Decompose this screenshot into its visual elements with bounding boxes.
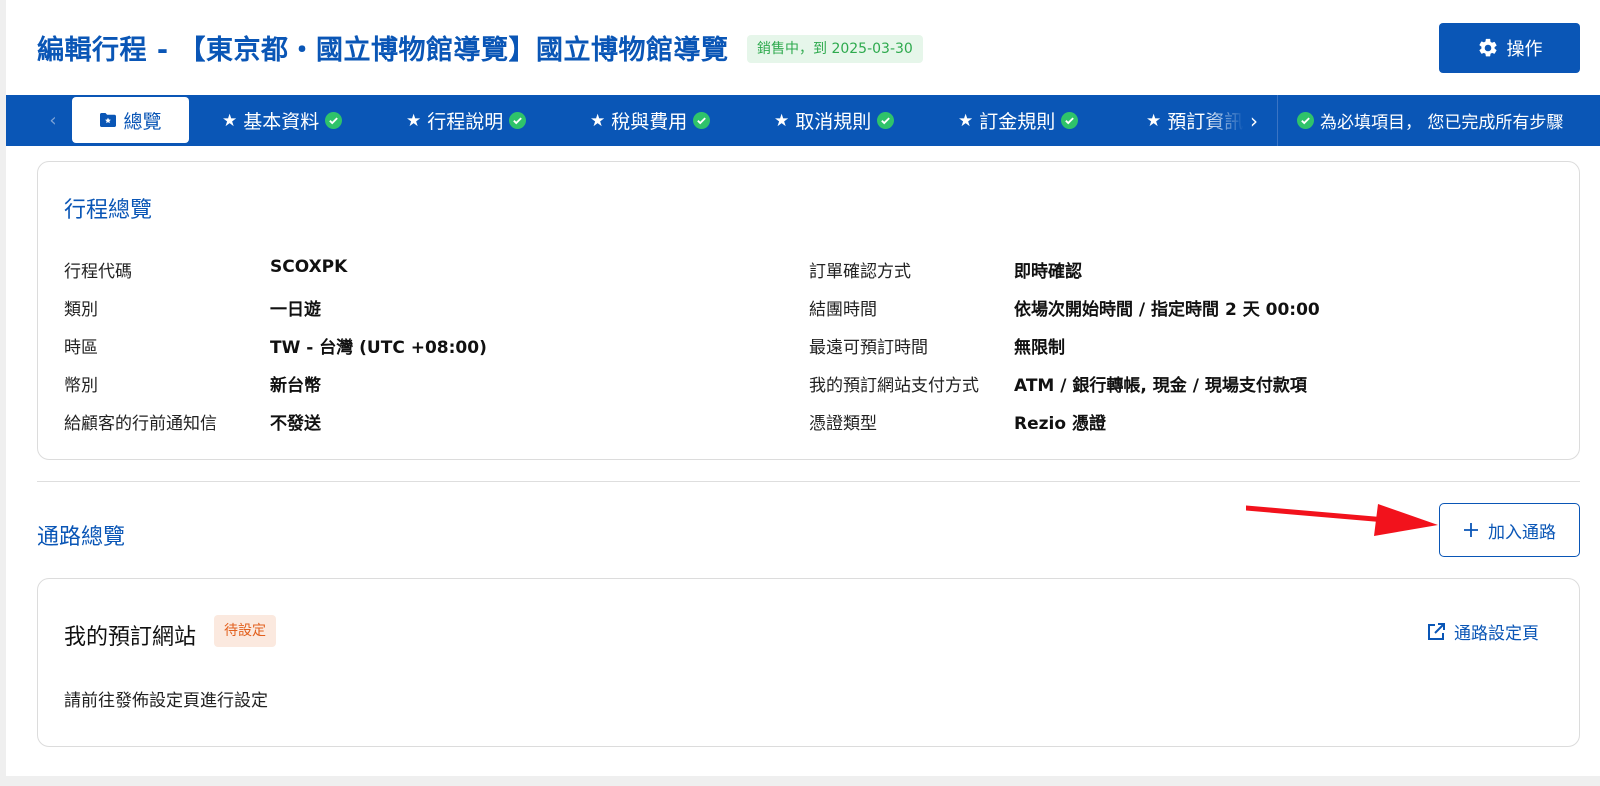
channel-card: 我的預訂網站 待設定 通路設定頁 請前往發佈設定頁進行設定: [37, 578, 1580, 747]
action-button-label: 操作: [1506, 39, 1543, 60]
itinerary-overview-card: 行程總覽 行程代碼 SCOXPK 類別 一日遊 時區 TW - 台灣 (UTC …: [37, 161, 1580, 460]
page-header: 編輯行程 - 【東京都・國立博物館導覽】國立博物館導覽 銷售中，到 2025-0…: [6, 0, 1600, 95]
channels-title: 通路總覽: [37, 525, 126, 550]
info-value: 不發送: [270, 414, 321, 434]
info-label: 行程代碼: [64, 262, 132, 282]
check-circle-icon: [325, 112, 343, 129]
info-label: 給顧客的行前通知信: [64, 414, 217, 434]
channel-settings-link[interactable]: 通路設定頁: [1426, 619, 1539, 644]
pending-badge: 待設定: [214, 615, 276, 647]
folder-star-icon: [100, 113, 117, 127]
annotation-arrow-icon: [1246, 504, 1438, 536]
check-circle-icon: [509, 112, 527, 129]
star-icon: ★: [222, 110, 238, 131]
info-value: 無限制: [1014, 338, 1065, 358]
info-label: 訂單確認方式: [809, 262, 911, 282]
tab-scroll-right-button[interactable]: ›: [1244, 95, 1264, 146]
star-icon: ★: [958, 110, 974, 131]
info-value: Rezio 憑證: [1014, 414, 1106, 434]
info-value: 一日遊: [270, 300, 321, 320]
info-label: 結團時間: [809, 300, 877, 320]
check-circle-icon: [1297, 112, 1314, 129]
channel-hint: 請前往發佈設定頁進行設定: [64, 691, 268, 711]
info-value: 依場次開始時間 / 指定時間 2 天 00:00: [1014, 300, 1320, 320]
overview-title: 行程總覽: [64, 198, 153, 223]
tab-label: 訂金規則: [979, 111, 1056, 133]
tab-label: 取消規則: [795, 111, 872, 133]
add-channel-label: 加入通路: [1488, 522, 1556, 543]
tab-booking-info-clip: ★ 預訂資訊: [1134, 95, 1244, 146]
plus-icon: [1464, 523, 1478, 537]
info-label: 憑證類型: [809, 414, 877, 434]
tab-label: 預訂資訊: [1167, 111, 1244, 133]
star-icon: ★: [590, 110, 606, 131]
page-title: 編輯行程 - 【東京都・國立博物館導覽】國立博物館導覽: [37, 35, 729, 66]
tab-overview-label: 總覽: [123, 110, 162, 133]
tab-scroll-left-button[interactable]: ‹: [44, 95, 62, 146]
star-icon: ★: [406, 110, 422, 131]
tab-tax-and-fees[interactable]: ★ 稅與費用: [590, 95, 711, 146]
completion-note: 為必填項目， 您已完成所有步驟: [1297, 95, 1563, 146]
external-link-icon: [1428, 622, 1445, 640]
info-label: 時區: [64, 338, 98, 358]
tab-deposit-rules[interactable]: ★ 訂金規則: [958, 95, 1079, 146]
tab-divider: [1277, 95, 1278, 146]
channel-name: 我的預訂網站: [64, 625, 197, 650]
tab-itinerary-description[interactable]: ★ 行程說明: [406, 95, 527, 146]
check-circle-icon: [1061, 112, 1079, 129]
info-value: 新台幣: [270, 376, 321, 396]
info-value: SCOXPK: [270, 257, 348, 277]
info-value: 即時確認: [1014, 262, 1082, 282]
tab-label: 稅與費用: [611, 111, 688, 133]
star-icon: ★: [774, 110, 790, 131]
check-circle-icon: [693, 112, 711, 129]
gear-icon: [1478, 38, 1497, 57]
info-label: 最遠可預訂時間: [809, 338, 928, 358]
check-circle-icon: [877, 112, 895, 129]
tab-booking-info[interactable]: ★ 預訂資訊: [1146, 95, 1243, 146]
star-icon: ★: [1146, 110, 1162, 131]
info-label: 我的預訂網站支付方式: [809, 376, 979, 396]
tab-overview[interactable]: 總覽: [72, 97, 189, 143]
info-value: ATM / 銀行轉帳, 現金 / 現場支付款項: [1014, 376, 1307, 396]
status-badge: 銷售中，到 2025-03-30: [747, 35, 923, 63]
tab-label: 基本資料: [243, 111, 320, 133]
add-channel-button[interactable]: 加入通路: [1439, 503, 1580, 557]
action-button[interactable]: 操作: [1439, 23, 1580, 73]
channel-settings-label: 通路設定頁: [1454, 624, 1539, 644]
tab-label: 行程說明: [427, 111, 504, 133]
info-label: 類別: [64, 300, 98, 320]
info-label: 幣別: [64, 376, 98, 396]
page: 編輯行程 - 【東京都・國立博物館導覽】國立博物館導覽 銷售中，到 2025-0…: [6, 0, 1600, 776]
section-divider: [37, 481, 1580, 482]
step-tab-bar: ‹ 總覽 ★ 基本資料 ★ 行程說明 ★ 稅與費用 ★ 取消規則 ★ 訂金規則 …: [6, 95, 1600, 146]
tab-cancellation-rules[interactable]: ★ 取消規則: [774, 95, 895, 146]
tab-basic-info[interactable]: ★ 基本資料: [222, 95, 343, 146]
completion-note-text: 為必填項目， 您已完成所有步驟: [1320, 113, 1564, 133]
info-value: TW - 台灣 (UTC +08:00): [270, 338, 487, 358]
